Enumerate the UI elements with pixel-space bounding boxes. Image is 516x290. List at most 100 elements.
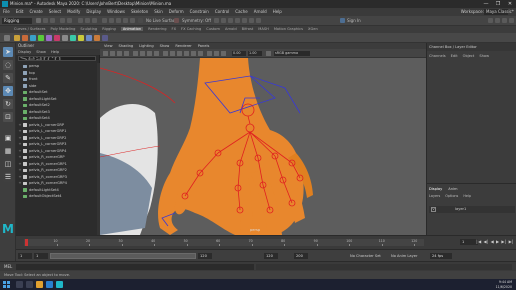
snap-grid-icon[interactable]	[102, 18, 107, 23]
tab-display[interactable]: Display	[429, 187, 442, 191]
layout-outliner-icon[interactable]: ☰	[3, 172, 13, 182]
sign-in-link[interactable]: Sign In	[347, 16, 361, 26]
menu-create[interactable]: Create	[29, 9, 42, 14]
select-tool-icon[interactable]: ➤	[3, 47, 13, 57]
minimize-button[interactable]: —	[480, 0, 492, 8]
character-set-dropdown[interactable]: No Character Set	[350, 253, 381, 259]
render-current-icon[interactable]	[221, 18, 226, 23]
ghost-icon[interactable]	[78, 35, 84, 41]
grid-toggle-icon[interactable]	[133, 51, 138, 56]
shelf-tab-poly-modeling[interactable]: Poly Modeling	[51, 27, 76, 31]
browser-icon[interactable]	[46, 281, 53, 288]
motion-trail-icon[interactable]	[70, 35, 76, 41]
open-scene-icon[interactable]	[43, 18, 48, 23]
color-space-dropdown[interactable]: sRGB gamma	[274, 51, 310, 56]
end-time-field[interactable]: 120	[264, 253, 278, 259]
layout-four-icon[interactable]: ▦	[3, 146, 13, 156]
shelf-settings-icon[interactable]	[4, 35, 10, 41]
undo-icon[interactable]	[60, 18, 65, 23]
account-icon[interactable]	[340, 18, 345, 23]
image-plane-icon[interactable]	[124, 51, 129, 56]
maximize-button[interactable]: ❐	[492, 0, 504, 8]
key-scale-icon[interactable]	[38, 35, 44, 41]
shelf-tab-fx[interactable]: FX	[172, 27, 177, 31]
snap-curve-icon[interactable]	[109, 18, 114, 23]
menu-control[interactable]: Control	[215, 9, 229, 14]
snap-surface-icon[interactable]	[130, 18, 135, 23]
attribute-editor-icon[interactable]	[495, 18, 500, 23]
viewport-scene[interactable]: persp	[100, 58, 426, 235]
viewport-menu-view[interactable]: View	[104, 44, 113, 48]
viewport-menu-renderer[interactable]: Renderer	[175, 44, 191, 48]
new-scene-icon[interactable]	[36, 18, 41, 23]
layer-name[interactable]: layer1	[455, 206, 466, 213]
color-management-icon[interactable]	[266, 51, 271, 56]
shelf-tab-bifrost[interactable]: Bifrost	[242, 27, 254, 31]
ipr-render-icon[interactable]	[228, 18, 233, 23]
textured-icon[interactable]	[184, 51, 189, 56]
layout-single-icon[interactable]: ▣	[3, 133, 13, 143]
playback-controls[interactable]: |◀ ◀| ◀ ▶ ▶| ▶|	[476, 239, 514, 244]
tab-anim[interactable]: Anim	[448, 187, 457, 191]
key-translate-icon[interactable]	[22, 35, 28, 41]
menu-cache[interactable]: Cache	[235, 9, 247, 14]
layers-menu[interactable]: Layers	[429, 194, 440, 198]
tool-settings-icon[interactable]	[502, 18, 507, 23]
xray-joints-icon[interactable]	[214, 51, 219, 56]
menu-file[interactable]: File	[3, 9, 10, 14]
fps-dropdown[interactable]: 24 fps	[430, 253, 452, 259]
command-input[interactable]	[16, 264, 254, 270]
start-time-field[interactable]: 1	[18, 253, 32, 259]
time-editor-icon[interactable]	[94, 35, 100, 41]
camera-near-field[interactable]: 0.00	[232, 51, 246, 56]
paint-select-tool-icon[interactable]: ✎	[3, 73, 13, 83]
arnold-ipr-icon[interactable]	[256, 18, 261, 23]
key-rotate-icon[interactable]	[30, 35, 36, 41]
maya-taskbar-icon[interactable]	[56, 281, 63, 288]
layer-row[interactable]: V layer1	[429, 206, 515, 213]
menu-select[interactable]: Select	[49, 9, 61, 14]
menu-modify[interactable]: Modify	[67, 9, 80, 14]
menu-deform[interactable]: Deform	[169, 9, 184, 14]
outliner-menu-display[interactable]: Display	[18, 50, 31, 54]
rotate-tool-icon[interactable]: ↻	[3, 99, 13, 109]
animation-end-field[interactable]: 200	[294, 253, 308, 259]
lasso-tool-icon[interactable]: ◌	[3, 60, 13, 70]
clock[interactable]: 9:44 AM 11/6/2020	[496, 280, 512, 289]
shelf-tab-fx-caching[interactable]: FX Caching	[181, 27, 201, 31]
live-surface-icon[interactable]	[138, 18, 143, 23]
redo-icon[interactable]	[67, 18, 72, 23]
camera-select-icon[interactable]	[103, 51, 108, 56]
film-gate-icon[interactable]	[140, 51, 145, 56]
playback-start-field[interactable]: 1	[34, 253, 48, 259]
time-slider-track[interactable]: 10 20 30 40 50 60 70 80 90 100 110 120	[24, 239, 424, 246]
shadows-icon[interactable]	[198, 51, 203, 56]
smooth-shade-icon[interactable]	[170, 51, 175, 56]
layout-two-icon[interactable]: ◫	[3, 159, 13, 169]
symmetry-label[interactable]: Symmetry: Off	[182, 16, 211, 26]
windows-start-icon[interactable]	[3, 281, 10, 288]
gate-mask-icon[interactable]	[154, 51, 159, 56]
save-scene-icon[interactable]	[50, 18, 55, 23]
shelf-tab-custom[interactable]: Custom	[206, 27, 220, 31]
edit-menu[interactable]: Edit	[451, 54, 458, 58]
symmetry-icon[interactable]	[174, 18, 179, 23]
shelf-tab-sculpting[interactable]: Sculpting	[80, 27, 97, 31]
close-button[interactable]: ✕	[504, 0, 516, 8]
shelf-tab-rendering[interactable]: Rendering	[148, 27, 166, 31]
mel-label[interactable]: MEL	[4, 264, 12, 269]
hypershade-icon[interactable]	[242, 18, 247, 23]
menuset-dropdown[interactable]: Rigging	[2, 18, 32, 24]
search-icon[interactable]	[16, 281, 23, 288]
task-view-icon[interactable]	[26, 281, 33, 288]
menu-skin[interactable]: Skin	[154, 9, 163, 14]
shelf-tab-curves-surfaces[interactable]: Curves / Surfaces	[14, 27, 46, 31]
snap-point-icon[interactable]	[116, 18, 121, 23]
outliner-menu-help[interactable]: Help	[51, 50, 59, 54]
outliner-search-input[interactable]	[18, 56, 96, 61]
menu-arnold[interactable]: Arnold	[254, 9, 267, 14]
playblast-icon[interactable]	[86, 35, 92, 41]
options-menu[interactable]: Options	[445, 194, 458, 198]
set-key-icon[interactable]	[14, 35, 20, 41]
dope-sheet-icon[interactable]	[54, 35, 60, 41]
